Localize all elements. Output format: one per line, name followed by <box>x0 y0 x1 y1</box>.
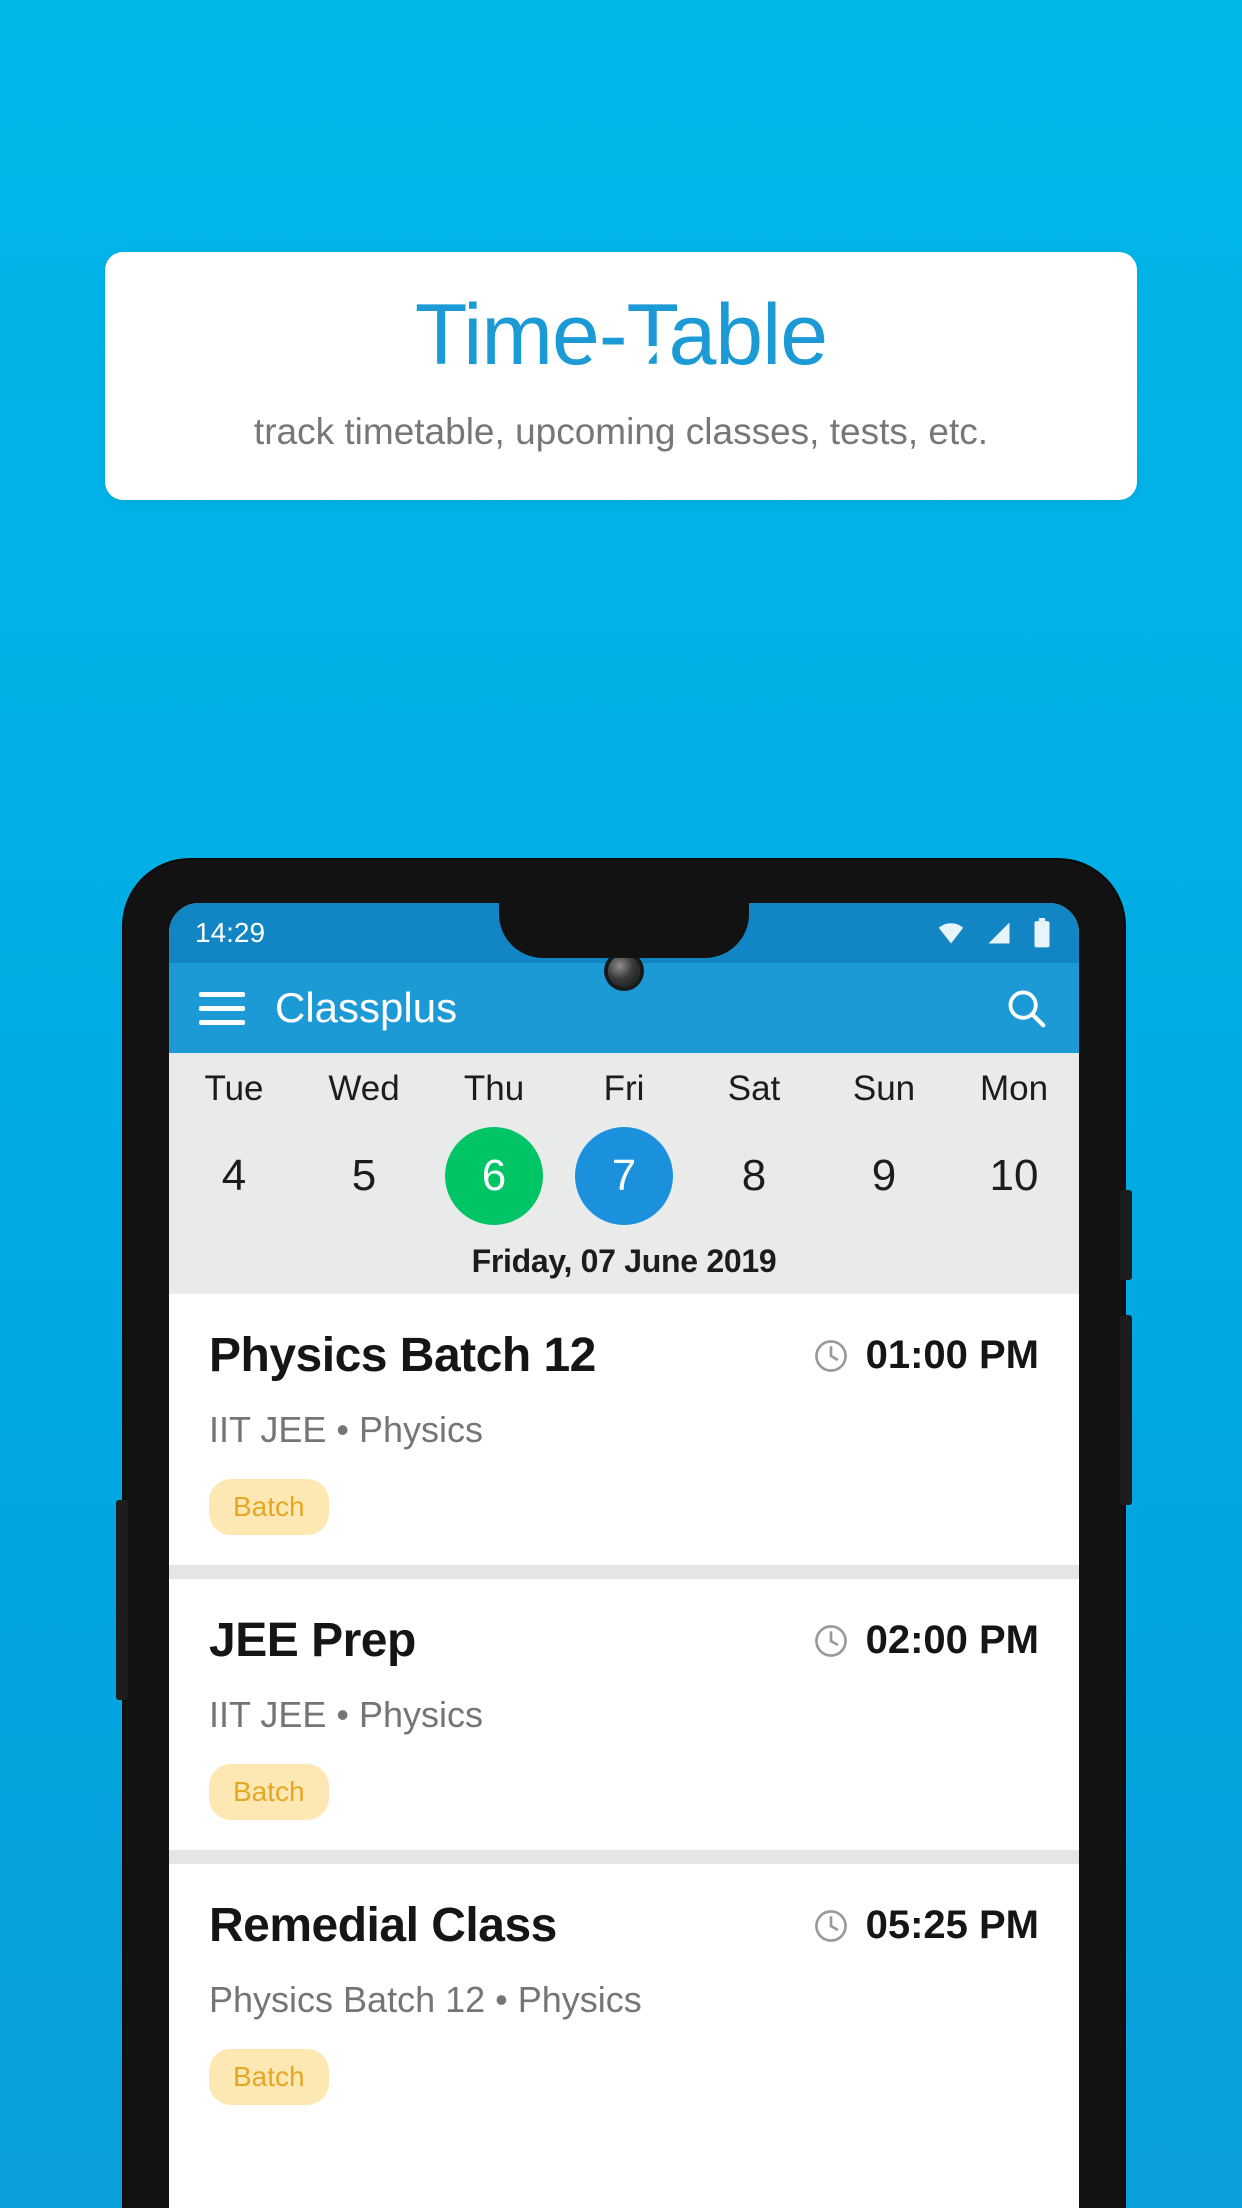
promo-subtitle: track timetable, upcoming classes, tests… <box>253 411 989 452</box>
date-number-selected: 7 <box>575 1127 673 1225</box>
clock-icon <box>814 1909 847 1942</box>
weekday-label: Wed <box>328 1069 400 1108</box>
phone-screen: 14:29 Classplus Tue Wed Thu Fri Sat Sun … <box>169 903 1079 2208</box>
front-camera <box>608 955 640 987</box>
date-number: 8 <box>741 1151 767 1200</box>
weekday-label: Tue <box>204 1069 264 1108</box>
class-time-group: 05:25 PM <box>812 1903 1039 1948</box>
status-badge: Batch <box>209 1479 329 1535</box>
status-badge: Batch <box>209 1764 329 1820</box>
class-card-header: Remedial Class 05:25 PM <box>209 1898 1039 1953</box>
weekday-cell[interactable]: Wed <box>299 1069 429 1109</box>
class-title: Remedial Class <box>209 1899 557 1952</box>
date-cell-6-today[interactable]: 6 <box>429 1127 559 1225</box>
status-badge: Batch <box>209 2049 329 2105</box>
date-number: 9 <box>871 1151 897 1200</box>
class-time-group: 01:00 PM <box>812 1333 1039 1378</box>
status-bar: 14:29 <box>169 903 1079 987</box>
weekday-cell[interactable]: Thu <box>429 1069 559 1109</box>
phone-device-frame: 14:29 Classplus Tue Wed Thu Fri Sat Sun … <box>116 860 1132 2208</box>
search-icon[interactable] <box>1003 985 1049 1031</box>
weekday-cell[interactable]: Sat <box>689 1069 819 1109</box>
weekday-cell[interactable]: Mon <box>949 1069 1079 1109</box>
date-cell-7-selected[interactable]: 7 <box>559 1127 689 1225</box>
weekday-cell[interactable]: Sun <box>819 1069 949 1109</box>
weekday-names-row: Tue Wed Thu Fri Sat Sun Mon <box>169 1069 1079 1109</box>
promo-bubble: Time-Table track timetable, upcoming cla… <box>105 252 1137 501</box>
clock-icon <box>814 1624 847 1657</box>
selected-date-label: Friday, 07 June 2019 <box>471 1243 777 1279</box>
class-title: Physics Batch 12 <box>209 1329 596 1382</box>
class-subtitle: IIT JEE • Physics <box>209 1694 484 1735</box>
weekday-cell[interactable]: Tue <box>169 1069 299 1109</box>
class-card-header: JEE Prep 02:00 PM <box>209 1613 1039 1668</box>
class-card[interactable]: Physics Batch 12 01:00 PM IIT JEE • Phys… <box>169 1294 1079 1565</box>
date-cell-4[interactable]: 4 <box>169 1127 299 1225</box>
class-subtitle: IIT JEE • Physics <box>209 1409 484 1450</box>
wifi-icon <box>938 923 964 944</box>
signal-icon <box>988 922 1010 944</box>
weekday-label: Thu <box>463 1069 525 1108</box>
class-time: 05:25 PM <box>865 1903 1039 1947</box>
date-strip: Tue Wed Thu Fri Sat Sun Mon 4 5 6 7 8 9 … <box>169 1053 1079 1294</box>
weekday-label: Sun <box>852 1069 916 1108</box>
date-cell-9[interactable]: 9 <box>819 1127 949 1225</box>
status-bar-clock: 14:29 <box>195 917 266 948</box>
date-number-today: 6 <box>445 1127 543 1225</box>
class-list: Physics Batch 12 01:00 PM IIT JEE • Phys… <box>169 1294 1079 2135</box>
weekday-label: Mon <box>979 1069 1049 1108</box>
date-number: 4 <box>221 1151 247 1200</box>
class-time: 01:00 PM <box>865 1333 1039 1377</box>
status-bar-icons <box>935 918 1053 948</box>
weekday-cell[interactable]: Fri <box>559 1069 689 1109</box>
promo-bubble-tail <box>580 346 662 393</box>
class-card[interactable]: JEE Prep 02:00 PM IIT JEE • Physics Batc… <box>169 1579 1079 1850</box>
date-cell-10[interactable]: 10 <box>949 1127 1079 1225</box>
battery-icon <box>1034 918 1050 948</box>
class-subtitle: Physics Batch 12 • Physics <box>209 1979 642 2020</box>
class-time-group: 02:00 PM <box>812 1618 1039 1663</box>
date-cell-5[interactable]: 5 <box>299 1127 429 1225</box>
date-numbers-row: 4 5 6 7 8 9 10 <box>169 1127 1079 1225</box>
clock-icon <box>814 1339 847 1372</box>
weekday-label: Sat <box>727 1069 781 1108</box>
app-title: Classplus <box>275 984 458 1031</box>
class-card[interactable]: Remedial Class 05:25 PM Physics Batch 12… <box>169 1864 1079 2135</box>
class-card-header: Physics Batch 12 01:00 PM <box>209 1328 1039 1383</box>
date-cell-8[interactable]: 8 <box>689 1127 819 1225</box>
phone-side-button-left[interactable] <box>116 1500 128 1700</box>
weekday-label: Fri <box>603 1069 645 1108</box>
class-title: JEE Prep <box>209 1614 416 1667</box>
phone-notch <box>499 903 749 958</box>
date-number: 10 <box>989 1151 1039 1200</box>
date-number: 5 <box>351 1151 377 1200</box>
hamburger-menu-icon[interactable] <box>199 991 245 1025</box>
phone-volume-button[interactable] <box>1120 1315 1132 1505</box>
phone-power-button[interactable] <box>1120 1190 1132 1280</box>
class-time: 02:00 PM <box>865 1618 1039 1662</box>
